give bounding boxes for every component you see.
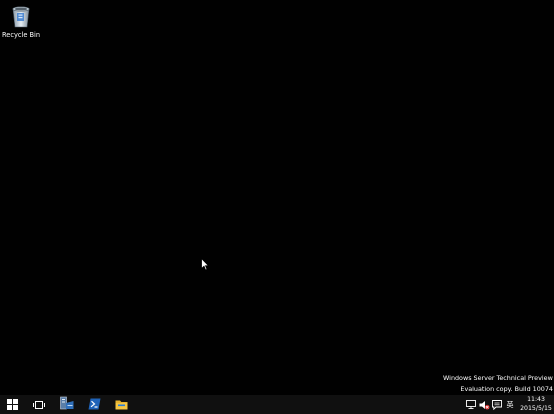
server-manager-icon [60, 395, 74, 414]
task-view-button[interactable] [26, 395, 52, 414]
powershell-button[interactable] [81, 395, 107, 414]
clock-time: 11:43 [527, 396, 545, 403]
folder-icon [115, 395, 128, 414]
network-icon[interactable] [465, 395, 477, 414]
watermark-build: Evaluation copy. Build 10074 [460, 384, 553, 393]
start-button[interactable] [0, 395, 25, 414]
windows-logo-icon [7, 395, 18, 414]
task-view-icon [33, 395, 45, 414]
file-explorer-button[interactable] [108, 395, 134, 414]
powershell-icon [88, 395, 101, 414]
build-watermark: Windows Server Technical Preview 2 Evalu… [443, 373, 553, 394]
action-center-icon[interactable] [491, 395, 503, 414]
system-tray: 英 11:43 2015/5/15 [465, 395, 554, 414]
server-manager-button[interactable] [54, 395, 80, 414]
clock-date: 2015/5/15 [520, 404, 552, 412]
volume-muted-icon[interactable] [478, 395, 490, 414]
watermark-edition: Windows Server Technical Preview 2 [443, 374, 553, 382]
mouse-cursor-icon [201, 256, 210, 271]
recycle-bin-shortcut[interactable]: Recycle Bin [2, 2, 40, 42]
clock[interactable]: 11:43 2015/5/15 [519, 396, 553, 413]
recycle-bin-label: Recycle Bin [2, 31, 41, 39]
recycle-bin-icon [9, 3, 33, 29]
desktop: Recycle Bin Windows Server Technical Pre… [0, 0, 554, 414]
taskbar: 英 11:43 2015/5/15 [0, 395, 554, 414]
input-method-indicator[interactable]: 英 [504, 395, 516, 414]
